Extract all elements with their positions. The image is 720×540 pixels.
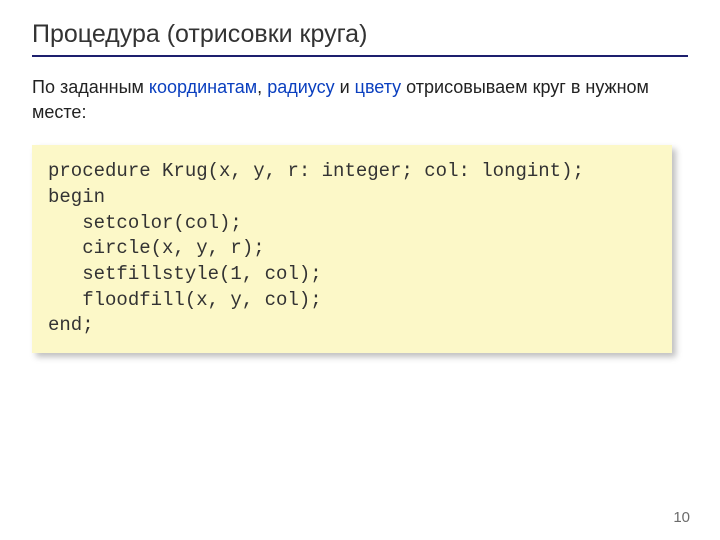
slide: Процедура (отрисовки круга) По заданным … [0, 0, 720, 353]
code-block: procedure Krug(x, y, r: integer; col: lo… [32, 145, 672, 352]
subtitle-text: , [257, 77, 267, 97]
slide-subtitle: По заданным координатам, радиусу и цвету… [32, 75, 688, 125]
subtitle-highlight-coords: координатам [149, 77, 257, 97]
slide-title: Процедура (отрисовки круга) [32, 20, 688, 57]
subtitle-text: и [335, 77, 355, 97]
subtitle-highlight-color: цвету [355, 77, 402, 97]
subtitle-text: По заданным [32, 77, 149, 97]
subtitle-highlight-radius: радиусу [267, 77, 334, 97]
page-number: 10 [673, 509, 690, 526]
